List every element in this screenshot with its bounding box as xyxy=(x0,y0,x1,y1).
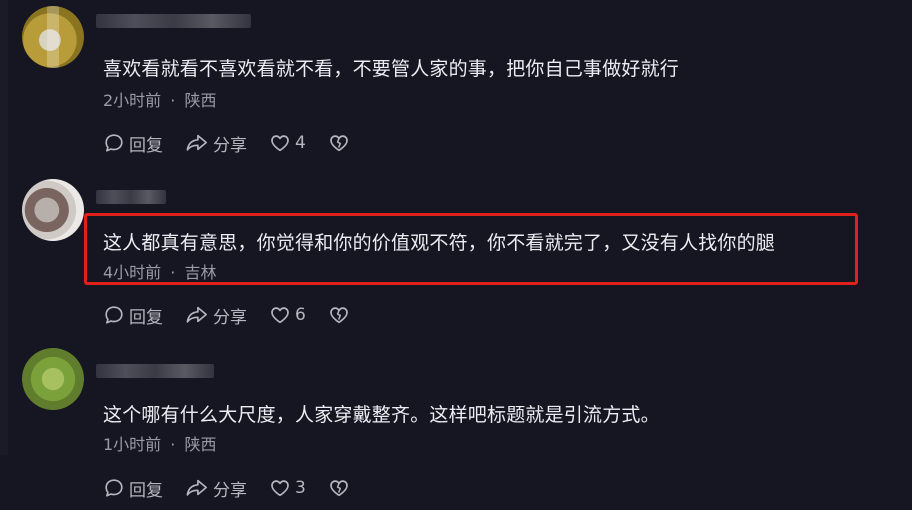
heart-icon xyxy=(271,307,289,324)
like-count: 4 xyxy=(295,133,306,153)
share-icon xyxy=(186,479,207,496)
username-blurred[interactable] xyxy=(96,364,214,378)
reply-label: 回复 xyxy=(129,307,163,328)
broken-heart-icon xyxy=(329,480,348,497)
like-count: 6 xyxy=(295,305,306,325)
heart-icon xyxy=(271,135,289,152)
username-blurred[interactable] xyxy=(96,190,166,204)
share-icon xyxy=(186,134,207,151)
comment-actions: 回复 分享 3 xyxy=(103,476,376,501)
meta-separator: · xyxy=(170,435,176,454)
like-button[interactable]: 6 xyxy=(269,304,306,326)
comment-icon xyxy=(105,479,123,497)
avatar[interactable] xyxy=(22,348,84,410)
comment-actions: 回复 分享 4 xyxy=(103,131,376,156)
reply-button[interactable]: 回复 xyxy=(103,303,163,328)
heart-icon xyxy=(271,480,289,497)
comment-icon xyxy=(105,134,123,152)
comment-text: 这个哪有什么大尺度，人家穿戴整齐。这样吧标题就是引流方式。 xyxy=(103,404,660,426)
meta-separator: · xyxy=(170,91,176,110)
broken-heart-icon xyxy=(329,307,348,324)
share-icon xyxy=(186,306,207,323)
username-blurred[interactable] xyxy=(96,14,251,28)
broken-heart-icon xyxy=(329,135,348,152)
comment-meta: 1小时前 · 陕西 xyxy=(103,431,216,455)
comment-icon xyxy=(105,306,123,324)
dislike-button[interactable] xyxy=(328,132,354,154)
like-button[interactable]: 4 xyxy=(269,132,306,154)
share-label: 分享 xyxy=(213,307,247,328)
highlight-box xyxy=(84,213,858,285)
share-label: 分享 xyxy=(213,135,247,156)
dislike-button[interactable] xyxy=(328,477,354,499)
comment-actions: 回复 分享 6 xyxy=(103,303,376,328)
comment-location: 陕西 xyxy=(184,435,217,454)
avatar[interactable] xyxy=(22,179,84,241)
comment-meta: 2小时前 · 陕西 xyxy=(103,87,216,111)
reply-label: 回复 xyxy=(129,135,163,156)
like-count: 3 xyxy=(295,478,306,498)
like-button[interactable]: 3 xyxy=(269,477,306,499)
comment-time: 1小时前 xyxy=(103,435,162,454)
reply-button[interactable]: 回复 xyxy=(103,476,163,501)
comment-text: 喜欢看就看不喜欢看就不看，不要管人家的事，把你自己事做好就行 xyxy=(103,58,680,80)
dislike-button[interactable] xyxy=(328,304,354,326)
share-button[interactable]: 分享 xyxy=(185,131,247,156)
comment-time: 2小时前 xyxy=(103,91,162,110)
share-button[interactable]: 分享 xyxy=(185,476,247,501)
left-edge-strip xyxy=(0,0,8,455)
comment-location: 陕西 xyxy=(184,91,217,110)
share-button[interactable]: 分享 xyxy=(185,303,247,328)
share-label: 分享 xyxy=(213,480,247,501)
reply-button[interactable]: 回复 xyxy=(103,131,163,156)
avatar[interactable] xyxy=(22,6,84,68)
reply-label: 回复 xyxy=(129,480,163,501)
